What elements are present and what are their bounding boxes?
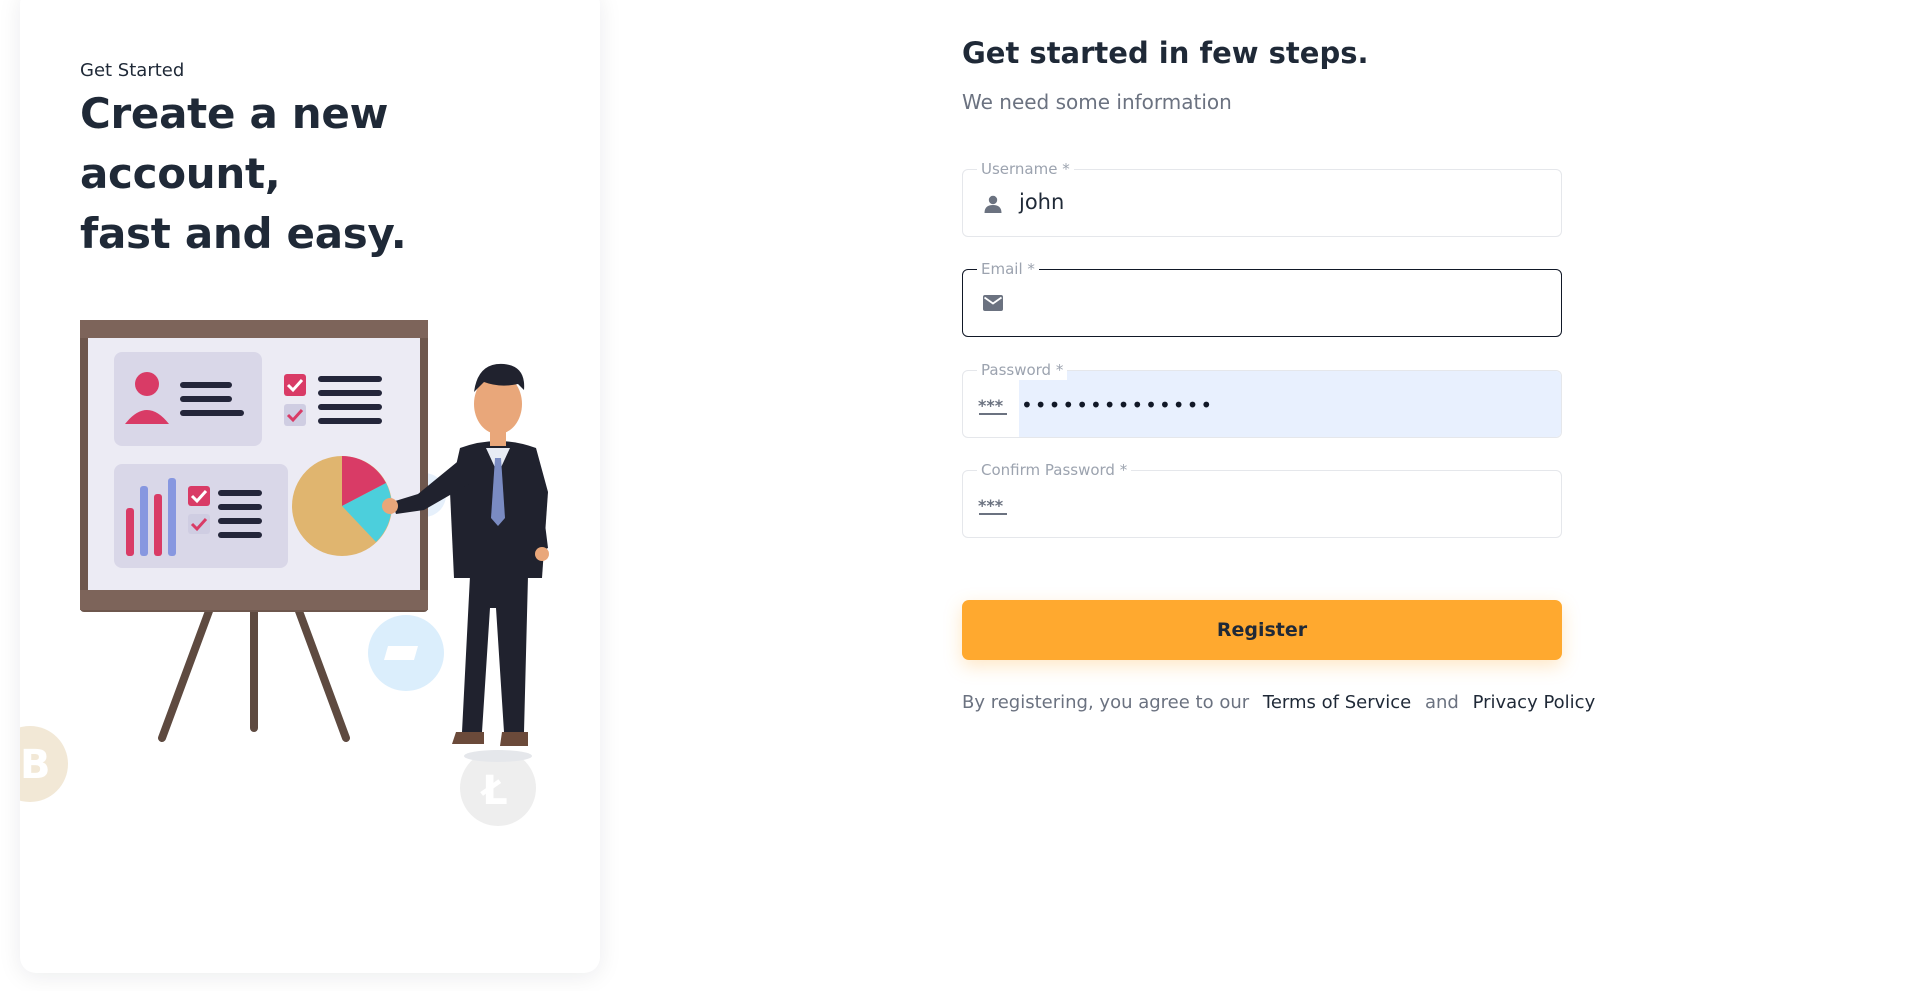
eyebrow-text: Get Started bbox=[80, 60, 185, 81]
email-label: Email * bbox=[977, 259, 1039, 279]
hero-line-2: fast and easy. bbox=[80, 209, 407, 258]
hero-line-1: Create a new account, bbox=[80, 89, 389, 198]
email-field[interactable]: Email * bbox=[962, 259, 1562, 337]
password-value[interactable]: •••••••••••••• bbox=[1021, 393, 1214, 417]
hero-headline: Create a new account, fast and easy. bbox=[80, 84, 580, 264]
person-icon bbox=[984, 195, 1002, 213]
intro-card: Get Started Create a new account, fast a… bbox=[20, 0, 600, 973]
envelope-icon bbox=[983, 295, 1003, 311]
and-text: and bbox=[1424, 692, 1459, 713]
svg-text:***: *** bbox=[978, 496, 1004, 515]
register-button[interactable]: Register bbox=[962, 600, 1562, 660]
confirm-password-label: Confirm Password * bbox=[977, 460, 1132, 480]
terms-of-service-link[interactable]: Terms of Service bbox=[1263, 692, 1411, 713]
privacy-policy-link[interactable]: Privacy Policy bbox=[1473, 692, 1596, 713]
username-value[interactable]: john bbox=[1019, 190, 1064, 214]
presentation-illustration: B Ł bbox=[20, 320, 549, 826]
agree-text: By registering, you agree to our bbox=[962, 692, 1250, 713]
svg-text:***: *** bbox=[978, 396, 1004, 415]
form-title: Get started in few steps. bbox=[962, 36, 1369, 70]
form-subtitle: We need some information bbox=[962, 90, 1232, 114]
password-dots-icon: *** bbox=[978, 496, 1007, 515]
svg-text:Ł: Ł bbox=[480, 768, 508, 814]
svg-text:B: B bbox=[20, 742, 51, 788]
terms-notice: By registering, you agree to our Terms o… bbox=[962, 692, 1603, 713]
username-field[interactable]: Username * john bbox=[962, 159, 1562, 237]
password-dots-icon: *** bbox=[978, 396, 1007, 415]
password-label: Password * bbox=[977, 360, 1068, 380]
password-field[interactable]: Password * *** •••••••••••••• bbox=[962, 360, 1562, 438]
confirm-password-field[interactable]: Confirm Password * *** bbox=[962, 460, 1562, 538]
username-label: Username * bbox=[977, 159, 1074, 179]
